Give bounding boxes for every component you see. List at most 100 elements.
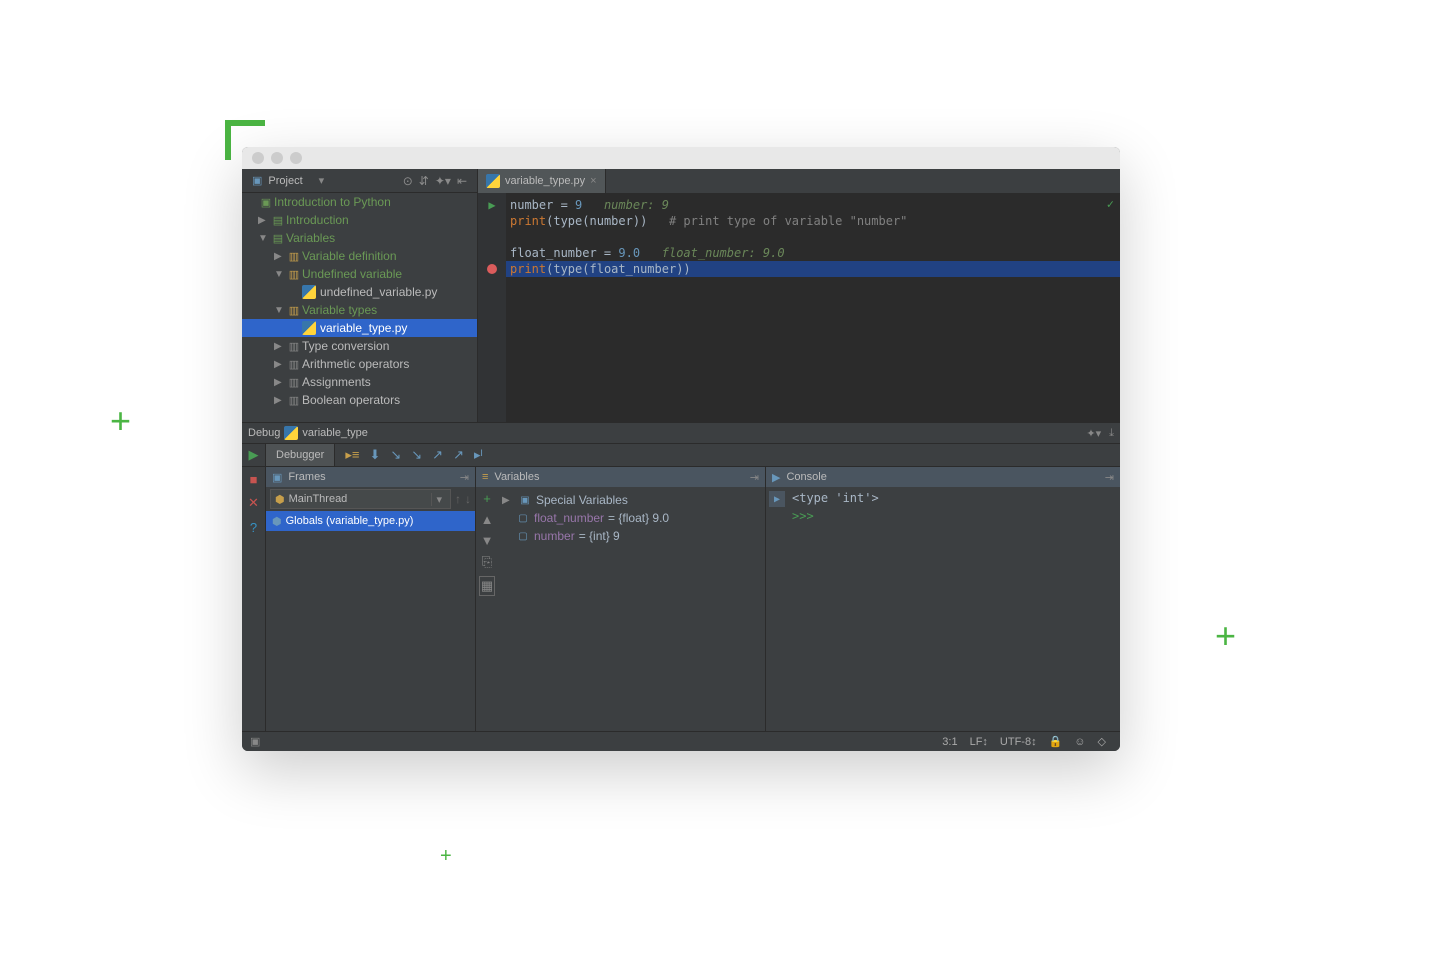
thread-icon: ⬢ [275, 493, 285, 506]
console-title: Console [786, 471, 826, 483]
window-min-dot[interactable] [271, 152, 283, 164]
tree-item-typeconv[interactable]: ▶▥Type conversion [242, 337, 477, 355]
tree-item-vartypes[interactable]: ▼▥Variable types [242, 301, 477, 319]
debugger-tab[interactable]: Debugger [266, 444, 335, 466]
variables-header: ≡ Variables ⇥ [476, 467, 765, 487]
tree-root[interactable]: ▣Introduction to Python [242, 193, 477, 211]
frame-icon: ⬢ [272, 515, 282, 528]
console-panel: ▶ Console ⇥ ▶ <type 'int'> >>> [766, 467, 1120, 731]
editor-tab[interactable]: variable_type.py × [478, 169, 606, 193]
frame-next-icon[interactable]: ↓ [465, 492, 471, 506]
debug-sidebar: ■ ✕ ? [242, 467, 266, 731]
step-out-icon[interactable]: ↗ [432, 447, 443, 463]
view-icon[interactable]: ▦ [479, 576, 495, 596]
evaluate-icon[interactable]: ▸ᴵ [474, 447, 483, 463]
chevron-down-icon: ▾ [431, 493, 446, 506]
debug-panel: Debug variable_type ✦▾ ⤓ ▶ Debugger ▸≡ ⬇… [242, 423, 1120, 731]
frames-pin-icon[interactable]: ⇥ [460, 471, 469, 484]
console-icon: ▶ [772, 471, 780, 484]
stop-icon[interactable]: ■ [250, 467, 258, 491]
console-output[interactable]: <type 'int'> >>> [788, 487, 1120, 731]
debug-title-prefix: Debug [248, 427, 280, 439]
hide-icon[interactable]: ⇤ [457, 174, 467, 188]
copy-icon[interactable]: ⎘ [482, 554, 492, 570]
lock-icon[interactable]: 🔒 [1049, 735, 1063, 748]
editor-area: variable_type.py × ✓ ▶ number = 9 numb [478, 169, 1120, 422]
decoration-plus: + [1215, 615, 1236, 657]
force-step-into-icon[interactable]: ↘ [411, 447, 422, 463]
debug-header: Debug variable_type ✦▾ ⤓ [242, 423, 1120, 443]
step-over-icon[interactable]: ⬇ [369, 447, 380, 463]
chevron-down-icon: ▾ [319, 174, 325, 187]
tree-item-assign[interactable]: ▶▥Assignments [242, 373, 477, 391]
frame-prev-icon[interactable]: ↑ [455, 492, 461, 506]
help-icon[interactable]: ? [250, 515, 257, 539]
console-header: ▶ Console ⇥ [766, 467, 1120, 487]
status-bar: ▣ 3:1 LF↕ UTF-8↕ 🔒 ☺ ◇ [242, 731, 1120, 751]
frame-list[interactable]: ⬢ Globals (variable_type.py) [266, 511, 475, 731]
project-dropdown[interactable]: ▣ Project ▾ [242, 174, 334, 187]
arrow-up-icon[interactable]: ▲ [481, 512, 494, 527]
console-scroll-icon[interactable]: ▶ [769, 491, 785, 507]
tree-item-intro[interactable]: ▶▤Introduction [242, 211, 477, 229]
chat-icon[interactable]: ◇ [1098, 735, 1106, 748]
rerun-icon[interactable]: ▶ [249, 444, 259, 466]
encoding[interactable]: UTF-8↕ [1000, 736, 1037, 748]
status-icon[interactable]: ▣ [250, 735, 260, 748]
tree-item-undef[interactable]: ▼▥Undefined variable [242, 265, 477, 283]
thread-selector[interactable]: ⬢ MainThread ▾ [270, 489, 451, 509]
tree-item-arith[interactable]: ▶▥Arithmetic operators [242, 355, 477, 373]
breakpoint-icon[interactable] [487, 264, 497, 274]
collapse-icon[interactable]: ⊙ [403, 174, 413, 188]
python-file-icon [302, 285, 316, 299]
code-editor[interactable]: ✓ ▶ number = 9 number: 9 print(type(numb… [478, 193, 1120, 422]
frame-label: Globals (variable_type.py) [286, 515, 414, 527]
ide-window: ▣ Project ▾ ⊙ ⇵ ✦▾ ⇤ ▣Introduction to Py… [242, 147, 1120, 751]
var-number[interactable]: ▢number = {int} 9 [502, 527, 761, 545]
show-execution-icon[interactable]: ▸≡ [345, 447, 359, 463]
line-separator[interactable]: LF↕ [970, 736, 988, 748]
console-pin-icon[interactable]: ⇥ [1105, 471, 1114, 484]
close-icon[interactable]: ✕ [248, 491, 259, 515]
editor-gutter: ▶ [478, 193, 506, 422]
locate-icon[interactable]: ⇵ [419, 174, 429, 188]
decoration-plus: + [110, 400, 131, 442]
tree-file-vartype[interactable]: variable_type.py [242, 319, 477, 337]
window-close-dot[interactable] [252, 152, 264, 164]
tree-item-bool[interactable]: ▶▥Boolean operators [242, 391, 477, 409]
python-file-icon [486, 174, 500, 188]
debug-settings-icon[interactable]: ✦▾ [1086, 427, 1101, 440]
tree-item-variables[interactable]: ▼▤Variables [242, 229, 477, 247]
debug-toolbar: ▶ Debugger ▸≡ ⬇ ↘ ↘ ↗ ↗ ▸ᴵ [242, 443, 1120, 467]
tree-item-vardef[interactable]: ▶▥Variable definition [242, 247, 477, 265]
step-into-icon[interactable]: ↘ [390, 447, 401, 463]
arrow-down-icon[interactable]: ▼ [481, 533, 494, 548]
window-max-dot[interactable] [290, 152, 302, 164]
code-lines[interactable]: number = 9 number: 9 print(type(number))… [506, 193, 1120, 422]
project-label: Project [268, 175, 302, 187]
frames-header: ▣ Frames ⇥ [266, 467, 475, 487]
settings-icon[interactable]: ✦▾ [435, 174, 451, 188]
add-watch-icon[interactable]: + [483, 491, 491, 506]
frames-panel: ▣ Frames ⇥ ⬢ MainThread ▾ ↑ ↓ [266, 467, 476, 731]
run-icon[interactable]: ▶ [488, 198, 495, 212]
run-to-cursor-icon[interactable]: ↗ [453, 447, 464, 463]
window-titlebar [242, 147, 1120, 169]
var-float[interactable]: ▢float_number = {float} 9.0 [502, 509, 761, 527]
cursor-position[interactable]: 3:1 [942, 736, 957, 748]
frame-item[interactable]: ⬢ Globals (variable_type.py) [266, 511, 475, 531]
console-prompt[interactable]: >>> [792, 509, 1116, 523]
thread-name: MainThread [289, 493, 348, 505]
debug-title: variable_type [302, 427, 367, 439]
variables-pin-icon[interactable]: ⇥ [750, 471, 759, 484]
variables-list[interactable]: ▶▣Special Variables ▢float_number = {flo… [498, 487, 765, 731]
variables-panel: ≡ Variables ⇥ + ▲ ▼ ⎘ ▦ [476, 467, 766, 731]
tree-file-undef[interactable]: undefined_variable.py [242, 283, 477, 301]
project-tree[interactable]: ▣Introduction to Python ▶▤Introduction ▼… [242, 193, 478, 409]
console-toolbar: ▶ [766, 487, 788, 731]
inspector-icon[interactable]: ☺ [1074, 736, 1085, 748]
debug-hide-icon[interactable]: ⤓ [1109, 427, 1114, 440]
close-tab-icon[interactable]: × [590, 175, 596, 187]
variables-icon: ≡ [482, 471, 488, 483]
var-special[interactable]: ▶▣Special Variables [502, 491, 761, 509]
